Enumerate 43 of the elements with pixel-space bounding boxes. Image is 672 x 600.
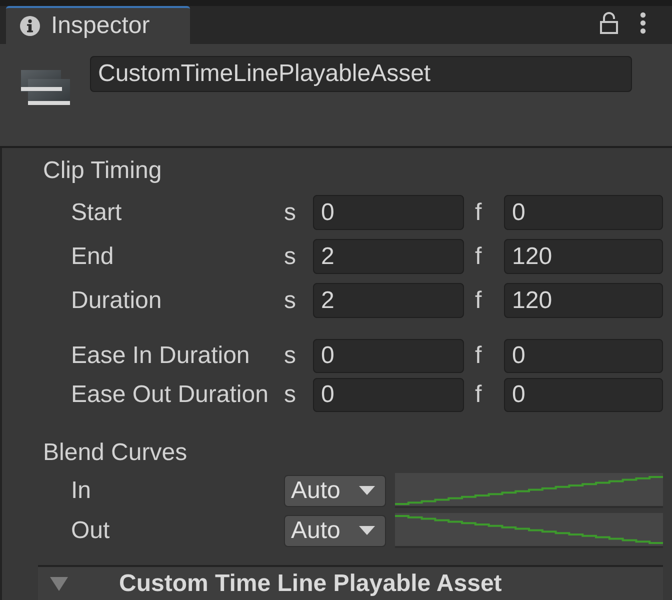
stacked-cards-icon	[20, 70, 70, 106]
frames-field[interactable]: 120	[504, 283, 663, 318]
frames-field[interactable]: 0	[504, 195, 663, 230]
section-title: Blend Curves	[43, 440, 188, 466]
section-title: Clip Timing	[43, 158, 162, 184]
blend-curve-drawing[interactable]	[395, 513, 663, 548]
field-label: Ease In Duration	[71, 342, 250, 370]
unit-label: s	[284, 286, 296, 314]
menu-icon[interactable]	[640, 12, 646, 34]
unit-label: f	[475, 198, 482, 226]
seconds-field[interactable]: 0	[313, 378, 464, 412]
unit-label: f	[475, 242, 482, 270]
unit-label: f	[475, 381, 482, 409]
unit-label: s	[284, 381, 296, 409]
field-label: Out	[71, 516, 110, 544]
name-field[interactable]: CustomTimeLinePlayableAsset	[90, 56, 632, 92]
seconds-field[interactable]: 0	[313, 339, 464, 373]
frames-field[interactable]: 120	[504, 239, 663, 274]
curve-dropdown[interactable]: Auto	[284, 474, 386, 506]
triangle-icon	[50, 577, 68, 591]
field-label: Duration	[71, 286, 162, 314]
frames-field[interactable]: 0	[504, 378, 663, 412]
caret-icon	[359, 486, 375, 495]
unit-label: s	[284, 342, 296, 370]
unit-label: s	[284, 198, 296, 226]
field-label: Ease Out Duration	[71, 381, 268, 409]
info-icon	[20, 16, 40, 36]
seconds-field[interactable]: 0	[313, 195, 464, 230]
field-label: Start	[71, 198, 122, 226]
seconds-field[interactable]: 2	[313, 239, 464, 274]
seconds-field[interactable]: 2	[313, 283, 464, 318]
unit-label: f	[475, 286, 482, 314]
curve-dropdown[interactable]: Auto	[284, 514, 386, 546]
foldout-header[interactable]: Custom Time Line Playable Asset	[38, 565, 663, 600]
inspector-tab[interactable]: Inspector	[6, 6, 190, 44]
caret-icon	[359, 526, 375, 535]
frames-field[interactable]: 0	[504, 339, 663, 373]
unit-label: f	[475, 342, 482, 370]
lock-icon[interactable]	[600, 12, 618, 34]
blend-curve-drawing[interactable]	[395, 473, 663, 508]
field-label: In	[71, 476, 92, 504]
field-label: End	[71, 242, 114, 270]
unit-label: s	[284, 242, 296, 270]
